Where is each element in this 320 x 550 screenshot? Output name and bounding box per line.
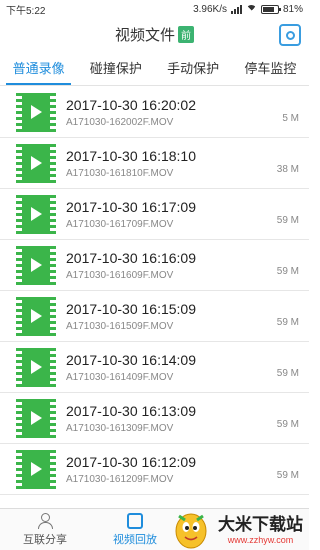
camera-badge: 前 — [178, 25, 194, 43]
title-bar: 视频文件 前 — [0, 18, 309, 50]
video-date: 2017-10-30 16:13:09 — [66, 403, 196, 419]
watermark-name: 大米下载站 — [218, 515, 303, 534]
page-title: 视频文件 — [114, 26, 175, 44]
video-date: 2017-10-30 16:17:09 — [66, 199, 196, 215]
video-row[interactable]: 2017-10-30 16:18:10 A171030-161810F.MOV 3… — [0, 138, 309, 189]
video-thumbnail-icon — [16, 143, 56, 183]
signal-icon — [230, 4, 242, 14]
camera-lens — [285, 30, 295, 40]
play-icon — [31, 155, 42, 170]
watermark-text: 大米下载站 www.zzhyw.com — [218, 510, 303, 545]
battery-percent: 81% — [282, 3, 303, 15]
video-size: 59 M — [276, 266, 299, 277]
nav-share[interactable]: 互联分享 — [0, 509, 90, 550]
video-row[interactable]: 2017-10-30 16:16:09 A171030-161609F.MOV 5… — [0, 240, 309, 291]
video-date: 2017-10-30 16:14:09 — [66, 352, 196, 368]
video-date: 2017-10-30 16:18:10 — [66, 148, 196, 164]
video-row[interactable]: 2017-10-30 16:15:09 A171030-161509F.MOV 5… — [0, 291, 309, 342]
video-filename: A171030-162002F.MOV — [66, 117, 174, 128]
video-date: 2017-10-30 16:15:09 — [66, 301, 196, 317]
video-thumbnail-icon — [16, 449, 56, 489]
film-icon — [127, 512, 143, 529]
video-size: 59 M — [276, 215, 299, 226]
tab-collision-protection[interactable]: 碰撞保护 — [77, 50, 154, 85]
mascot-logo-icon — [175, 513, 207, 549]
video-date: 2017-10-30 16:12:09 — [66, 454, 196, 470]
video-size: 59 M — [276, 419, 299, 430]
watermark: 大米下载站 www.zzhyw.com — [159, 505, 309, 550]
play-icon — [31, 308, 42, 323]
play-icon — [31, 257, 42, 272]
video-filename: A171030-161309F.MOV — [66, 423, 174, 434]
video-filename: A171030-161609F.MOV — [66, 270, 174, 281]
nav-playback-label: 视频回放 — [113, 533, 157, 546]
video-row[interactable]: 2017-10-30 16:20:02 A171030-162002F.MOV 5… — [0, 87, 309, 138]
battery-icon — [260, 4, 281, 14]
camera-icon[interactable] — [279, 24, 301, 46]
video-thumbnail-icon — [16, 398, 56, 438]
tab-normal-recording[interactable]: 普通录像 — [0, 50, 77, 85]
tab-manual-protection[interactable]: 手动保护 — [155, 50, 232, 85]
video-row[interactable]: 2017-10-30 16:13:09 A171030-161309F.MOV 5… — [0, 393, 309, 444]
video-row[interactable]: 2017-10-30 16:17:09 A171030-161709F.MOV 5… — [0, 189, 309, 240]
status-bar: 下午5:22 3.96K/s 81% — [0, 0, 309, 18]
tab-parking-monitor[interactable]: 停车监控 — [232, 50, 309, 85]
tab-bar: 普通录像 碰撞保护 手动保护 停车监控 — [0, 50, 309, 86]
video-size: 38 M — [276, 164, 299, 175]
video-thumbnail-icon — [16, 245, 56, 285]
video-size: 59 M — [276, 317, 299, 328]
video-thumbnail-icon — [16, 194, 56, 234]
video-thumbnail-icon — [16, 347, 56, 387]
video-thumbnail-icon — [16, 92, 56, 132]
play-icon — [31, 206, 42, 221]
status-right: 3.96K/s 81% — [193, 4, 303, 15]
play-icon — [31, 410, 42, 425]
video-size: 59 M — [276, 470, 299, 481]
status-time: 下午5:22 — [6, 5, 46, 17]
watermark-url: www.zzhyw.com — [227, 535, 294, 545]
wifi-icon — [245, 5, 257, 13]
video-row[interactable]: 2017-10-30 16:12:09 A171030-161209F.MOV 5… — [0, 444, 309, 495]
video-filename: A171030-161409F.MOV — [66, 372, 174, 383]
video-row[interactable]: 2017-10-30 16:14:09 A171030-161409F.MOV 5… — [0, 342, 309, 393]
video-filename: A171030-161209F.MOV — [66, 474, 174, 485]
video-size: 59 M — [276, 368, 299, 379]
video-thumbnail-icon — [16, 296, 56, 336]
nav-share-label: 互联分享 — [23, 533, 67, 546]
video-filename: A171030-161509F.MOV — [66, 321, 174, 332]
play-icon — [31, 359, 42, 374]
user-icon — [37, 512, 53, 529]
video-filename: A171030-161709F.MOV — [66, 219, 174, 230]
video-list: 2017-10-30 16:20:02 A171030-162002F.MOV 5… — [0, 87, 309, 508]
video-date: 2017-10-30 16:20:02 — [66, 97, 196, 113]
video-size: 5 M — [282, 113, 299, 124]
video-date: 2017-10-30 16:16:09 — [66, 250, 196, 266]
video-filename: A171030-161810F.MOV — [66, 168, 174, 179]
play-icon — [31, 104, 42, 119]
play-icon — [31, 461, 42, 476]
network-speed: 3.96K/s — [193, 3, 227, 15]
